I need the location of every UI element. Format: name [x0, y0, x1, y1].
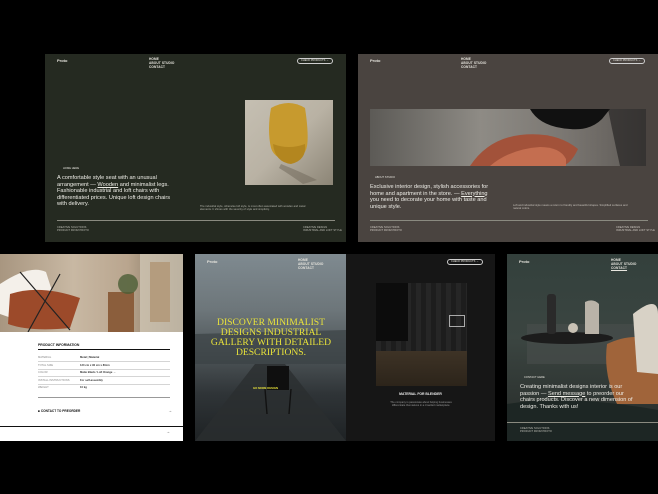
- frame-shape: [449, 315, 465, 327]
- arrow-right-icon: →: [326, 59, 329, 62]
- divider: [0, 426, 183, 427]
- headline: Creating minimalist designs interior is …: [520, 384, 633, 410]
- logo[interactable]: Proto: [519, 259, 529, 264]
- nav-menu: HOME ABOUT STUDIO CONTACT: [461, 57, 486, 70]
- slide-home: Proto HOME ABOUT STUDIO CONTACT CHECK PR…: [45, 54, 346, 242]
- spec-table: MATERIAL Metal | Material TOTAL SIZE 120…: [38, 354, 170, 391]
- divider: [38, 397, 170, 398]
- slide-material: CHECK PRODUCTS → MATERIAL FOR BLENDER Th…: [346, 254, 495, 441]
- footer-right: CREATIVE DESIGN INDUSTRIAL AND LOFT STYLE: [616, 226, 655, 233]
- interior-image: [507, 254, 658, 441]
- divider: [57, 220, 335, 221]
- table-row: WEIGHT 10 kg: [38, 386, 87, 389]
- footer-right: CREATIVE DESIGN INDUSTRIAL AND LOFT STYLE: [303, 226, 342, 233]
- gallery-headline: DISCOVER MINIMALIST DESIGNS INDUSTRIAL G…: [210, 317, 332, 358]
- nav-menu: HOME ABOUT STUDIO CONTACT: [611, 258, 636, 271]
- table-row: TOTAL SIZE 120 cm x 90 cm x 80cm: [38, 363, 110, 367]
- chair-image: [245, 100, 333, 185]
- table-row: MATERIAL Metal | Material: [38, 356, 100, 359]
- divider: [38, 349, 170, 350]
- headline-link[interactable]: Everything: [461, 191, 487, 197]
- table-row: COLOR Matte Black / Loft Orange →: [38, 371, 116, 374]
- check-products-button[interactable]: CHECK PRODUCTS →: [297, 58, 333, 64]
- nav-contact[interactable]: CONTACT: [298, 266, 323, 271]
- divider: [507, 422, 658, 423]
- headline: A comfortable style seat with an unusual…: [57, 175, 171, 208]
- product-info-title: PRODUCT INFORMATION: [38, 343, 80, 347]
- logo[interactable]: Proto: [207, 259, 217, 264]
- interior-image: [370, 109, 646, 166]
- material-image: [376, 283, 467, 386]
- footer-left: CREATIVE SOLUTIONS PRODUCT FROM PROTO: [520, 427, 552, 434]
- color-selector[interactable]: Matte Black / Loft Orange →: [80, 371, 116, 374]
- chair-shape: [470, 109, 646, 166]
- side-text: The industrial style, otherwise loft sty…: [200, 205, 306, 212]
- arrow-right-icon: →: [168, 408, 172, 413]
- slide-product-info: PRODUCT INFORMATION MATERIAL Metal | Mat…: [0, 254, 183, 441]
- material-text: The company is passionate about helping …: [390, 401, 452, 408]
- room-image: [0, 254, 183, 332]
- side-text: Loft and industrial style means a return…: [513, 204, 628, 211]
- arrow-right-icon: →: [638, 59, 641, 62]
- logo[interactable]: Proto: [370, 58, 380, 63]
- chair-shape: [269, 103, 317, 184]
- check-products-button[interactable]: CHECK PRODUCTS →: [609, 58, 645, 64]
- divider: [370, 220, 648, 221]
- material-title: MATERIAL FOR BLENDER: [399, 392, 442, 396]
- section-label: ABOUT STUDIO: [375, 176, 396, 179]
- section-label: HOME HERE: [63, 167, 80, 170]
- table-row: INSTALL INSTRUCTIONS For self-assembly: [38, 378, 103, 382]
- check-products-button[interactable]: CHECK PRODUCTS →: [447, 259, 483, 265]
- nav-contact[interactable]: CONTACT: [461, 65, 486, 70]
- section-label: CONTACT HERE: [524, 376, 545, 379]
- nav-contact[interactable]: CONTACT: [611, 266, 636, 271]
- slide-gallery: Proto HOME ABOUT STUDIO CONTACT DISCOVER…: [195, 254, 346, 441]
- send-message-link[interactable]: Send message: [548, 391, 585, 397]
- logo[interactable]: Proto: [57, 58, 67, 63]
- slide-about: Proto HOME ABOUT STUDIO CONTACT CHECK PR…: [358, 54, 658, 242]
- arrow-right-icon[interactable]: →: [166, 429, 170, 434]
- interior-shape: [507, 294, 658, 441]
- butterfly-chair-shape: [0, 254, 183, 332]
- contact-preorder-link[interactable]: ■ CONTACT TO PREORDER →: [38, 408, 172, 413]
- footer-left: CREATIVE SOLUTIONS PRODUCT FROM PROTO: [57, 226, 89, 233]
- headline: Exclusive interior design, stylish acces…: [370, 184, 489, 210]
- footer-left: CREATIVE SOLUTIONS PRODUCT FROM PROTO: [370, 226, 402, 233]
- go-more-design-button[interactable]: GO MORE DESIGN: [253, 386, 278, 390]
- slide-contact: Proto HOME ABOUT STUDIO CONTACT CONTACT …: [507, 254, 658, 441]
- nav-menu: HOME ABOUT STUDIO CONTACT: [298, 258, 323, 271]
- headline-link[interactable]: Wooden: [97, 182, 118, 188]
- nav-menu: HOME ABOUT STUDIO CONTACT: [149, 57, 174, 70]
- arrow-right-icon: →: [476, 260, 479, 263]
- nav-contact[interactable]: CONTACT: [149, 65, 174, 70]
